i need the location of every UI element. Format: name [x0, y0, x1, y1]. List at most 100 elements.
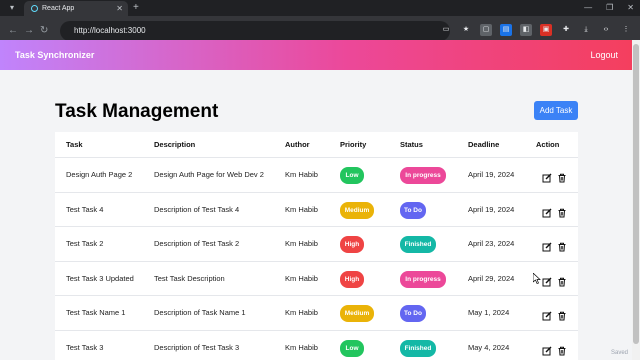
- window-controls: — ❐ ✕: [584, 2, 634, 14]
- tab-strip: ▾ React App ✕ + — ❐ ✕: [0, 0, 640, 16]
- column-header-action: Action: [536, 140, 560, 149]
- new-tab-button[interactable]: +: [133, 2, 139, 14]
- add-task-button[interactable]: Add Task: [534, 101, 578, 120]
- reload-icon[interactable]: ↻: [40, 25, 48, 37]
- table-row: Test Task 3 Description of Test Task 3 Km …: [55, 331, 578, 360]
- priority-badge: High: [340, 236, 364, 253]
- extension-icon[interactable]: ◧: [520, 24, 532, 36]
- download-icon[interactable]: ⤓: [580, 24, 592, 36]
- cell-description: Description of Test Task 3: [154, 342, 240, 352]
- column-header-deadline: Deadline: [468, 140, 500, 149]
- back-icon[interactable]: ←: [8, 25, 18, 37]
- cell-deadline: May 4, 2024: [468, 342, 510, 352]
- trash-icon[interactable]: [557, 239, 567, 252]
- page-scrollbar[interactable]: [632, 40, 640, 360]
- cell-task: Test Task 2: [66, 239, 104, 248]
- address-bar[interactable]: http://localhost:3000: [60, 21, 450, 41]
- app-header: Task Synchronizer Logout: [0, 40, 632, 70]
- priority-badge: High: [340, 270, 364, 288]
- watermark: Saved: [610, 350, 628, 356]
- react-favicon-icon: [31, 5, 38, 12]
- cell-deadline: May 1, 2024: [468, 308, 510, 317]
- status-badge: To Do: [400, 305, 426, 322]
- priority-badge: Low: [340, 339, 364, 357]
- minimize-icon[interactable]: —: [584, 2, 592, 14]
- table-row: Test Task Name 1 Description of Task Name…: [55, 296, 578, 331]
- trash-icon[interactable]: [557, 205, 567, 217]
- cell-author: Km Habib: [285, 342, 318, 352]
- cell-author: Km Habib: [285, 239, 318, 248]
- mouse-cursor-icon: [533, 273, 541, 284]
- status-badge: Finished: [400, 236, 436, 253]
- cell-description: Test Task Description: [154, 273, 225, 283]
- edit-icon[interactable]: [542, 343, 552, 355]
- column-header-status: Status: [400, 140, 423, 149]
- cast-icon[interactable]: ▭: [440, 24, 452, 36]
- restore-icon[interactable]: ❐: [606, 2, 613, 14]
- status-badge: In progress: [400, 167, 446, 184]
- cell-author: Km Habib: [285, 273, 318, 283]
- edit-icon[interactable]: [542, 274, 552, 286]
- logout-link[interactable]: Logout: [590, 49, 618, 61]
- cell-author: Km Habib: [285, 308, 318, 317]
- trash-icon[interactable]: [557, 308, 567, 321]
- cell-deadline: April 29, 2024: [468, 273, 515, 283]
- cell-task: Test Task 3 Updated: [66, 273, 134, 283]
- tab-title: React App: [42, 5, 75, 12]
- trash-icon[interactable]: [557, 343, 567, 355]
- menu-icon[interactable]: ⋮: [620, 24, 632, 36]
- table-row: Test Task 4 Description of Test Task 4 Km …: [55, 193, 578, 227]
- table-row: Test Task 2 Description of Test Task 2 Km …: [55, 227, 578, 262]
- table-header: Task Description Author Priority Status …: [55, 132, 578, 158]
- extensions-puzzle-icon[interactable]: ✚: [560, 24, 572, 36]
- priority-badge: Low: [340, 167, 364, 184]
- table-row: Test Task 3 Updated Test Task Description…: [55, 262, 578, 296]
- edit-icon[interactable]: [542, 170, 552, 183]
- extension-icons: ▭ ★ ▢ ▤ ◧ ▣ ✚ ⤓ ‹› ⋮: [440, 24, 632, 36]
- extension-icon[interactable]: ▢: [480, 24, 492, 36]
- task-table: Task Description Author Priority Status …: [55, 132, 578, 360]
- cell-author: Km Habib: [285, 204, 318, 214]
- cell-author: Km Habib: [285, 170, 318, 179]
- edit-icon[interactable]: [542, 308, 552, 321]
- cell-task: Test Task Name 1: [66, 308, 126, 317]
- url-text: http://localhost:3000: [74, 26, 146, 35]
- cell-deadline: April 19, 2024: [468, 204, 515, 214]
- app-brand[interactable]: Task Synchronizer: [15, 49, 94, 61]
- table-body: Design Auth Page 2 Design Auth Page for W…: [55, 158, 578, 360]
- close-window-icon[interactable]: ✕: [627, 2, 634, 14]
- cell-description: Description of Test Task 2: [154, 239, 240, 248]
- trash-icon[interactable]: [557, 274, 567, 286]
- priority-badge: Medium: [340, 305, 374, 322]
- close-tab-icon[interactable]: ✕: [116, 3, 123, 14]
- page-title: Task Management: [55, 101, 219, 122]
- forward-icon[interactable]: →: [24, 25, 34, 37]
- devtools-icon[interactable]: ‹›: [600, 24, 612, 36]
- bookmark-star-icon[interactable]: ★: [460, 24, 472, 36]
- edit-icon[interactable]: [542, 205, 552, 217]
- cell-description: Description of Task Name 1: [154, 308, 246, 317]
- status-badge: Finished: [400, 339, 436, 357]
- status-badge: To Do: [400, 201, 426, 219]
- edit-icon[interactable]: [542, 239, 552, 252]
- cell-description: Description of Test Task 4: [154, 204, 240, 214]
- cell-deadline: April 19, 2024: [468, 170, 515, 179]
- cell-description: Design Auth Page for Web Dev 2: [154, 170, 264, 179]
- extension-icon[interactable]: ▤: [500, 24, 512, 36]
- column-header-task: Task: [66, 140, 83, 149]
- cell-deadline: April 23, 2024: [468, 239, 515, 248]
- cell-task: Test Task 4: [66, 204, 104, 214]
- column-header-author: Author: [285, 140, 310, 149]
- browser-tab[interactable]: React App ✕: [24, 1, 128, 16]
- status-badge: In progress: [400, 270, 446, 288]
- tab-search-icon[interactable]: ▾: [4, 2, 20, 14]
- trash-icon[interactable]: [557, 170, 567, 183]
- column-header-priority: Priority: [340, 140, 367, 149]
- scroll-thumb[interactable]: [633, 44, 639, 344]
- cell-task: Design Auth Page 2: [66, 170, 133, 179]
- cell-task: Test Task 3: [66, 342, 104, 352]
- column-header-description: Description: [154, 140, 196, 149]
- extension-icon[interactable]: ▣: [540, 24, 552, 36]
- priority-badge: Medium: [340, 201, 374, 219]
- table-row: Design Auth Page 2 Design Auth Page for W…: [55, 158, 578, 193]
